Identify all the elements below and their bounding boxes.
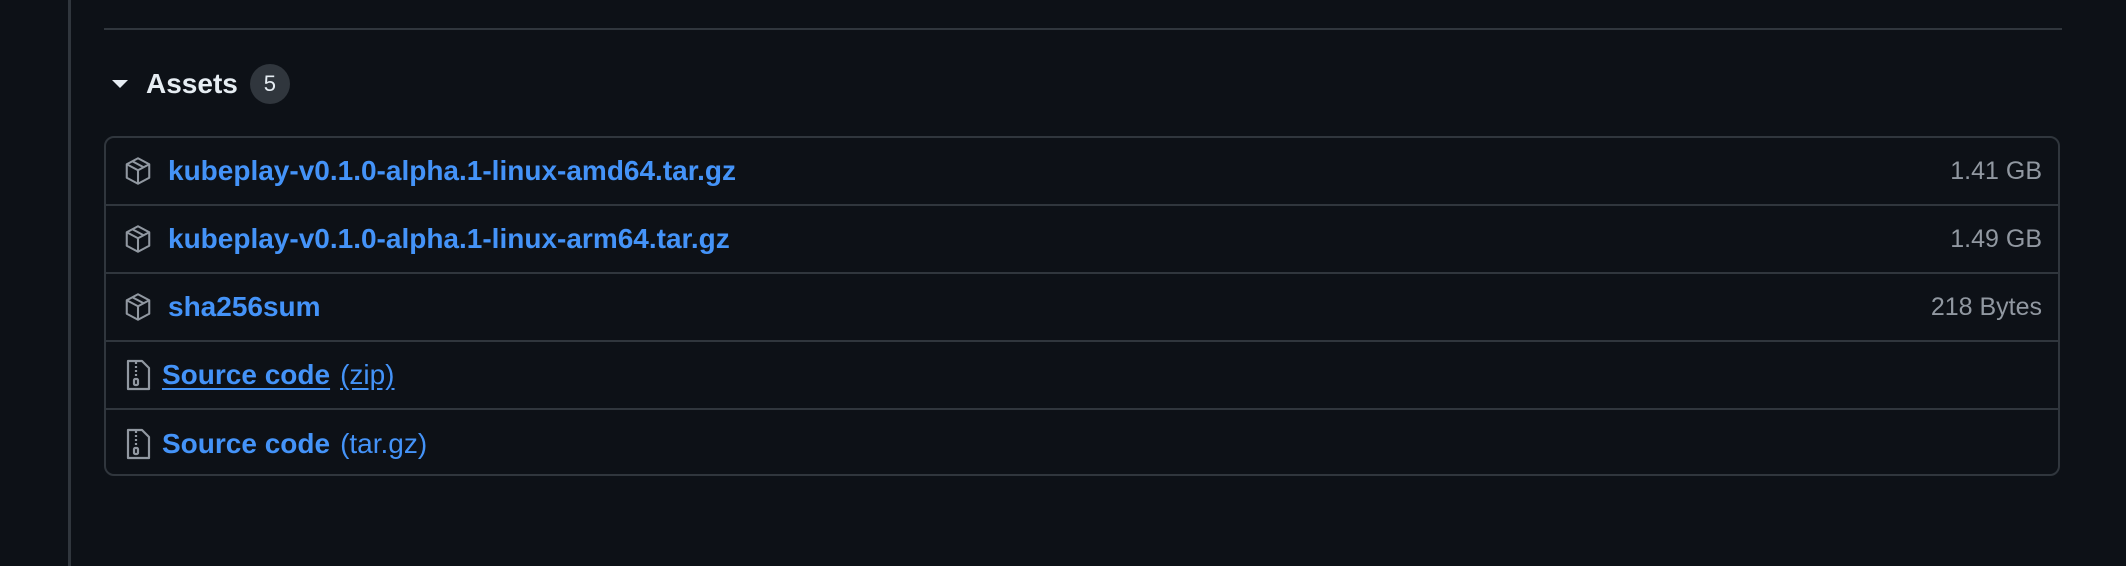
assets-count-badge: 5 xyxy=(249,64,290,104)
package-icon xyxy=(122,291,154,323)
asset-row: kubeplay-v0.1.0-alpha.1-linux-arm64.tar.… xyxy=(106,206,2058,274)
file-zip-icon xyxy=(122,359,154,391)
triangle-down-icon xyxy=(112,80,128,88)
release-page: Assets 5 kubeplay-v0.1.0-alpha.1-linux-a… xyxy=(0,0,2126,566)
asset-size: 1.49 GB xyxy=(1950,224,2042,253)
asset-download-link[interactable]: kubeplay-v0.1.0-alpha.1-linux-arm64.tar.… xyxy=(168,223,730,255)
asset-row: sha256sum 218 Bytes xyxy=(106,274,2058,342)
source-code-format[interactable]: (tar.gz) xyxy=(340,428,427,460)
package-icon xyxy=(122,155,154,187)
asset-download-link[interactable]: sha256sum xyxy=(168,291,321,323)
file-zip-icon xyxy=(122,428,154,460)
timeline-rail xyxy=(68,0,71,566)
source-code-zip-link[interactable]: Source code xyxy=(162,359,330,391)
asset-row: kubeplay-v0.1.0-alpha.1-linux-amd64.tar.… xyxy=(106,138,2058,206)
source-code-format[interactable]: (zip) xyxy=(340,359,394,391)
asset-row: Source code (tar.gz) xyxy=(106,410,2058,474)
assets-title: Assets xyxy=(146,68,238,99)
asset-size: 1.41 GB xyxy=(1950,156,2042,185)
package-icon xyxy=(122,223,154,255)
asset-download-link[interactable]: kubeplay-v0.1.0-alpha.1-linux-amd64.tar.… xyxy=(168,155,736,187)
section-divider xyxy=(104,28,2062,30)
asset-size: 218 Bytes xyxy=(1930,292,2042,321)
assets-toggle[interactable]: Assets 5 xyxy=(104,62,290,106)
assets-list: kubeplay-v0.1.0-alpha.1-linux-amd64.tar.… xyxy=(104,136,2060,476)
asset-row: Source code (zip) xyxy=(106,342,2058,410)
source-code-targz-link[interactable]: Source code xyxy=(162,428,330,460)
